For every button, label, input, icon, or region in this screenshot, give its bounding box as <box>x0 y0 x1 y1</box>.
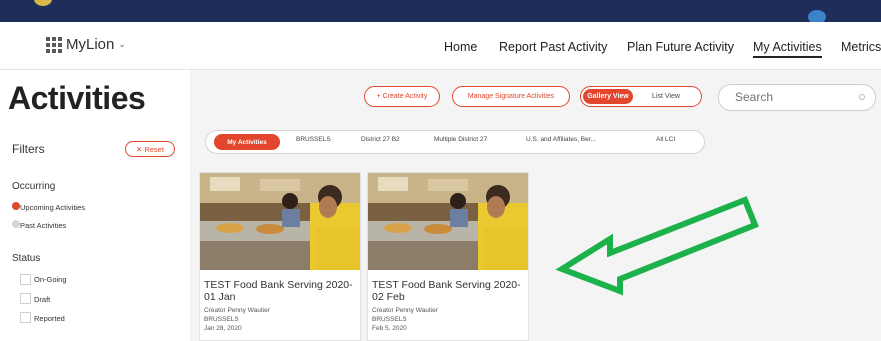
draft-checkbox[interactable] <box>20 293 31 304</box>
nav-my-activities[interactable]: My Activities <box>753 40 822 58</box>
activity-creator: Creator Penny Wautier <box>204 307 270 314</box>
annotation-arrow-icon <box>555 196 759 296</box>
close-icon: ✕ <box>136 144 143 154</box>
create-activity-button[interactable]: + Create Activity <box>364 86 440 107</box>
reported-checkbox[interactable] <box>20 312 31 323</box>
past-option-label[interactable]: Past Activities <box>20 221 66 230</box>
tab-my-activities[interactable]: My Activities <box>214 134 280 150</box>
app-grid-icon <box>46 36 62 53</box>
chevron-down-icon: ⌄ <box>118 39 126 49</box>
tab-us-affiliates[interactable]: U.S. and Affiliates, Ber... <box>526 136 596 143</box>
activity-club: BRUSSELS <box>372 316 407 323</box>
activity-scope-tabs: My Activities BRUSSELS District 27 B2 Mu… <box>205 130 705 154</box>
activity-photo <box>368 173 528 270</box>
tab-multiple-district-27[interactable]: Multiple District 27 <box>434 136 487 143</box>
activity-date: Feb 5, 2020 <box>372 325 407 332</box>
tab-brussels[interactable]: BRUSSELS <box>296 136 331 143</box>
reported-option-label[interactable]: Reported <box>34 314 65 323</box>
search-input[interactable] <box>735 90 845 104</box>
brand-label: MyLion <box>66 36 115 53</box>
activity-creator: Creator Penny Wautier <box>372 307 438 314</box>
manage-signature-activities-button[interactable]: Manage Signature Activities <box>452 86 570 107</box>
nav-plan-future-activity[interactable]: Plan Future Activity <box>627 40 734 54</box>
main-navbar: MyLion ⌄ Home Report Past Activity Plan … <box>0 22 881 70</box>
upcoming-radio[interactable] <box>12 202 20 210</box>
occurring-label: Occurring <box>12 181 56 192</box>
upcoming-option-label[interactable]: Upcoming Activities <box>20 203 85 212</box>
activity-date: Jan 28, 2020 <box>204 325 242 332</box>
activity-card[interactable]: TEST Food Bank Serving 2020-01 Jan Creat… <box>199 172 361 341</box>
activity-photo <box>200 173 360 270</box>
top-banner <box>0 0 881 24</box>
left-logo-icon <box>34 0 52 6</box>
view-toggle: Gallery View List View <box>580 86 702 107</box>
ongoing-option-label[interactable]: On-Going <box>34 275 67 284</box>
gallery-view-button[interactable]: Gallery View <box>583 89 633 104</box>
list-view-button[interactable]: List View <box>633 93 699 100</box>
activity-card[interactable]: TEST Food Bank Serving 2020-02 Feb Creat… <box>367 172 529 341</box>
past-radio[interactable] <box>12 220 20 228</box>
ongoing-checkbox[interactable] <box>20 274 31 285</box>
activity-club: BRUSSELS <box>204 316 239 323</box>
draft-option-label[interactable]: Draft <box>34 295 50 304</box>
tab-all-lci[interactable]: All LCI <box>656 136 675 143</box>
app-menu-button[interactable]: MyLion ⌄ <box>46 36 126 53</box>
page-title: Activities <box>8 80 146 116</box>
nav-report-past-activity[interactable]: Report Past Activity <box>499 40 607 54</box>
search-icon[interactable] <box>859 94 865 100</box>
activity-title[interactable]: TEST Food Bank Serving 2020-02 Feb <box>372 279 526 303</box>
search-box <box>718 84 876 111</box>
nav-metrics[interactable]: Metrics <box>841 40 881 54</box>
nav-home[interactable]: Home <box>444 40 477 54</box>
filters-heading: Filters <box>12 142 45 156</box>
reset-label: Reset <box>144 144 164 154</box>
status-label: Status <box>12 253 41 264</box>
activity-title[interactable]: TEST Food Bank Serving 2020-01 Jan <box>204 279 358 303</box>
reset-button[interactable]: ✕ Reset <box>125 141 175 157</box>
tab-district-27-b2[interactable]: District 27 B2 <box>361 136 400 143</box>
